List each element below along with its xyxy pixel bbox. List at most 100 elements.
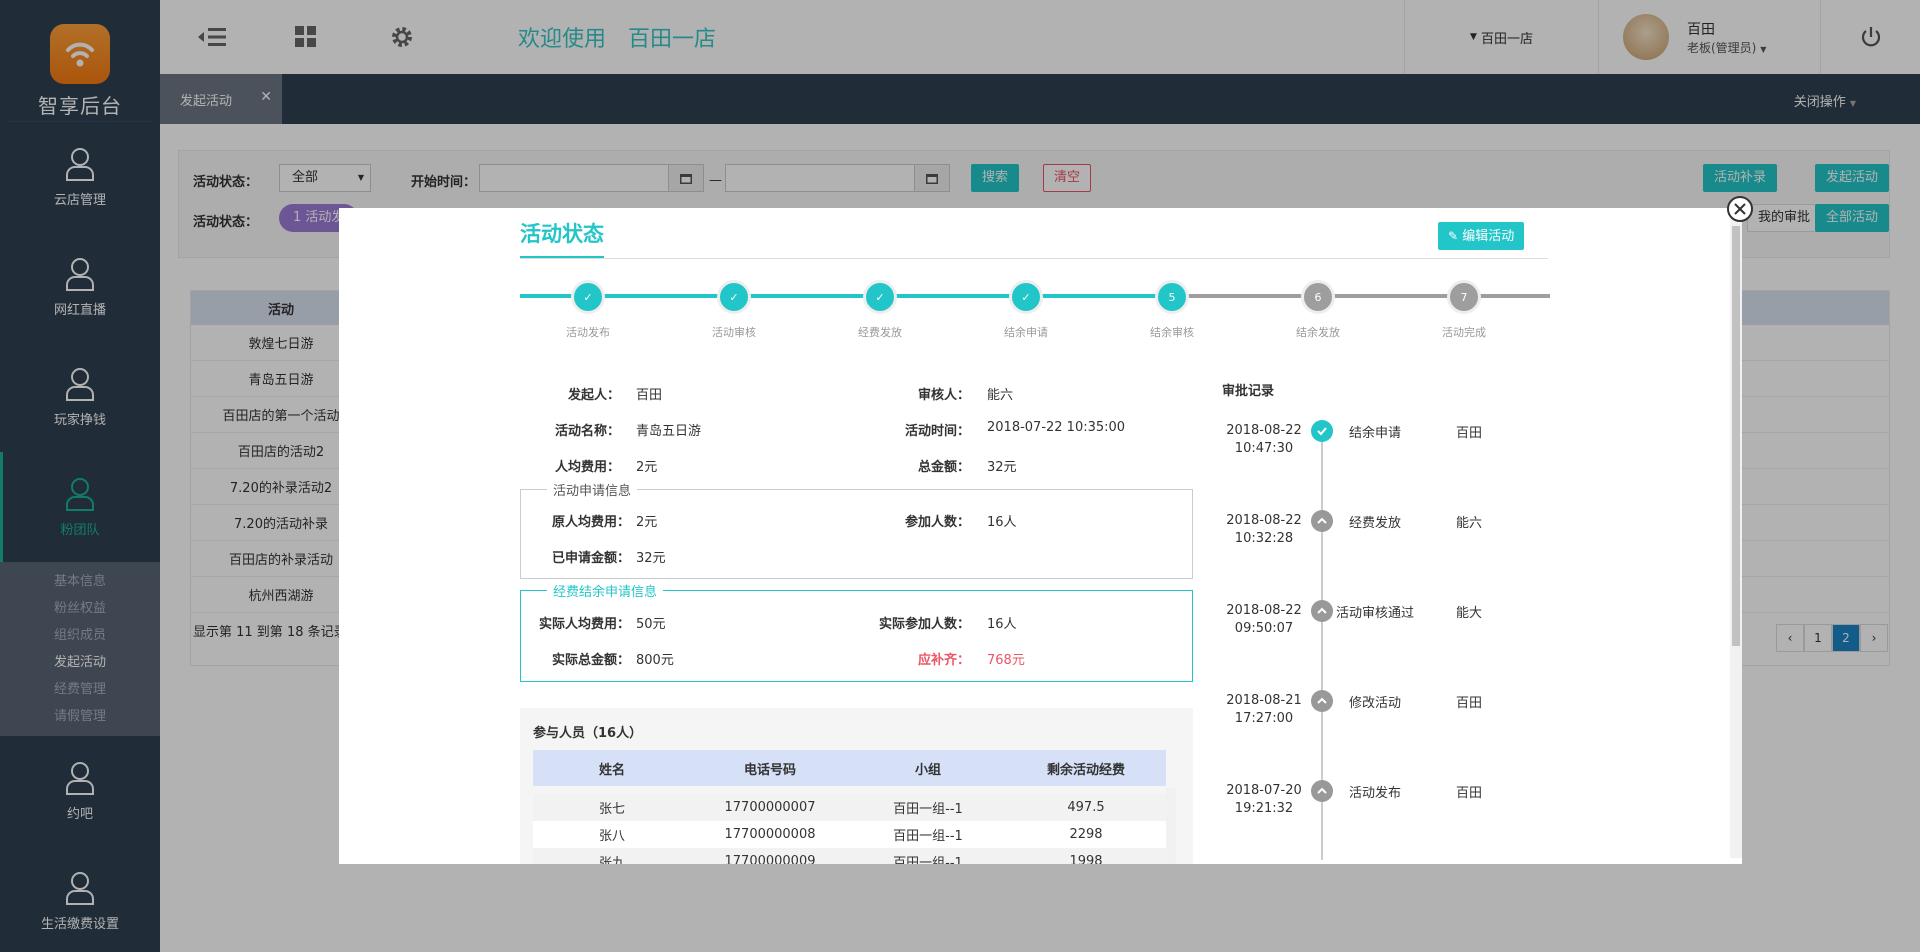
table-cell: 百田一组--1 — [893, 829, 963, 844]
edit-activity-button[interactable]: ✎ 编辑活动 — [1438, 222, 1525, 250]
reviewer-value: 能六 — [987, 388, 1014, 403]
record-time: 10:32:28 — [1234, 531, 1294, 546]
table-row[interactable]: 张八 17700000008 百田一组--1 2298 — [533, 821, 1166, 848]
record-date: 2018-08-21 — [1226, 693, 1302, 708]
per-cost-label: 人均费用： — [554, 460, 620, 475]
step-track-done — [520, 294, 1175, 298]
step-track-todo — [1175, 294, 1550, 298]
table-cell: 百田一组--1 — [893, 802, 963, 817]
check-circle-icon — [1311, 420, 1333, 442]
step-marker: 6 — [1301, 280, 1335, 314]
step-label: 结余申请 — [1004, 326, 1048, 339]
chevron-up-icon — [1311, 600, 1333, 622]
modal-close-icon[interactable] — [1727, 196, 1753, 222]
record-action: 结余申请 — [1349, 426, 1402, 441]
activity-name-value: 青岛五日游 — [636, 424, 702, 439]
reviewer-label: 审核人： — [917, 388, 970, 403]
step-label: 结余发放 — [1296, 326, 1340, 339]
step-marker: ✓ — [571, 280, 605, 314]
settle-legend: 经费结余申请信息 — [547, 581, 664, 600]
modal-scrollbar[interactable] — [1730, 218, 1742, 858]
table-cell: 17700000008 — [724, 827, 816, 842]
supplement-value: 768元 — [987, 653, 1025, 668]
record-date: 2018-08-22 — [1226, 423, 1302, 438]
count-value: 16人 — [987, 515, 1017, 530]
chevron-up-icon — [1311, 510, 1333, 532]
record-date: 2018-08-22 — [1226, 513, 1302, 528]
record-person: 百田 — [1456, 696, 1483, 711]
record-person: 百田 — [1456, 426, 1483, 441]
record-time: 19:21:32 — [1234, 801, 1294, 816]
record-person: 能六 — [1456, 516, 1483, 531]
table-cell: 张八 — [598, 829, 625, 844]
step-marker: ✓ — [717, 280, 751, 314]
apply-legend: 活动申请信息 — [547, 480, 638, 499]
edit-icon: ✎ — [1448, 229, 1459, 243]
activity-time-label: 活动时间： — [904, 424, 970, 439]
step-label: 结余审核 — [1150, 326, 1194, 339]
column-header: 电话号码 — [743, 762, 796, 778]
participants-header: 姓名 电话号码 小组 剩余活动经费 — [533, 750, 1166, 786]
step-marker: 7 — [1447, 280, 1481, 314]
column-header: 小组 — [914, 762, 941, 778]
record-action: 经费发放 — [1349, 516, 1402, 531]
applied-label: 已申请金额： — [551, 551, 630, 566]
step-marker: ✓ — [1009, 280, 1043, 314]
step-marker: ✓ — [863, 280, 897, 314]
applied-value: 32元 — [636, 551, 666, 566]
step-label: 经费发放 — [858, 326, 902, 339]
record-time: 09:50:07 — [1234, 621, 1294, 636]
actual-total-label: 实际总金额： — [551, 653, 630, 668]
record-datetime: 2018-08-22 09:50:07 — [1219, 602, 1309, 638]
record-datetime: 2018-08-22 10:47:30 — [1219, 422, 1309, 458]
record-person: 百田 — [1456, 786, 1483, 801]
participants-title: 参与人员（16人） — [533, 726, 643, 741]
record-date: 2018-08-22 — [1226, 603, 1302, 618]
scrollbar-thumb[interactable] — [1732, 226, 1740, 646]
initiator-value: 百田 — [636, 388, 663, 403]
total-amount-label: 总金额： — [917, 460, 970, 475]
record-action: 活动审核通过 — [1336, 606, 1415, 621]
record-action: 修改活动 — [1349, 696, 1402, 711]
record-time: 10:47:30 — [1234, 441, 1294, 456]
table-cell: 497.5 — [1067, 800, 1105, 815]
supplement-label: 应补齐： — [917, 653, 970, 668]
column-header: 姓名 — [598, 762, 625, 778]
edit-activity-label: 编辑活动 — [1462, 229, 1515, 244]
orig-per-value: 2元 — [636, 515, 658, 530]
activity-time-value: 2018-07-22 10:35:00 — [987, 420, 1126, 435]
participants-scrollbar[interactable] — [1166, 788, 1176, 864]
activity-name-label: 活动名称： — [554, 424, 620, 439]
table-cell: 2298 — [1069, 827, 1103, 842]
record-datetime: 2018-07-20 19:21:32 — [1219, 782, 1309, 818]
initiator-label: 发起人： — [567, 388, 620, 403]
table-cell: 张九 — [598, 856, 625, 864]
total-amount-value: 32元 — [987, 460, 1017, 475]
count-label: 参加人数： — [904, 515, 970, 530]
column-header: 剩余活动经费 — [1046, 762, 1125, 778]
table-row[interactable]: 张七 17700000007 百田一组--1 497.5 — [533, 794, 1166, 821]
table-cell: 百田一组--1 — [893, 856, 963, 864]
actual-count-label: 实际参加人数： — [878, 617, 970, 632]
table-row[interactable]: 张九 17700000009 百田一组--1 1998 — [533, 848, 1166, 864]
chevron-up-icon — [1311, 690, 1333, 712]
actual-per-label: 实际人均费用： — [538, 617, 630, 632]
record-datetime: 2018-08-21 17:27:00 — [1219, 692, 1309, 728]
record-time: 17:27:00 — [1234, 711, 1294, 726]
actual-total-value: 800元 — [636, 653, 674, 668]
title-divider — [520, 258, 1548, 259]
step-label: 活动发布 — [566, 326, 610, 339]
record-date: 2018-07-20 — [1226, 783, 1302, 798]
actual-per-value: 50元 — [636, 617, 666, 632]
step-label: 活动审核 — [712, 326, 756, 339]
table-cell: 17700000009 — [724, 854, 816, 864]
table-cell: 张七 — [598, 802, 625, 817]
table-cell: 17700000007 — [724, 800, 816, 815]
orig-per-label: 原人均费用： — [551, 515, 630, 530]
record-person: 能大 — [1456, 606, 1483, 621]
record-datetime: 2018-08-22 10:32:28 — [1219, 512, 1309, 548]
step-marker: 5 — [1155, 280, 1189, 314]
activity-status-modal: 活动状态 ✎ 编辑活动 ✓ ✓ ✓ ✓ 5 6 7 活动发布 活动审核 经费发放… — [339, 208, 1742, 864]
settle-info-box — [520, 590, 1193, 682]
actual-count-value: 16人 — [987, 617, 1017, 632]
